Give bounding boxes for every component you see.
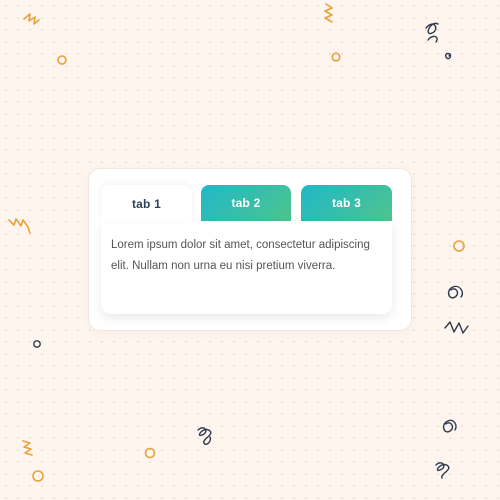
confetti-coil (197, 427, 212, 445)
tab-content-text: Lorem ipsum dolor sit amet, consectetur … (111, 239, 370, 272)
tab-1-label: tab 1 (131, 196, 161, 211)
confetti-squiggle (444, 321, 469, 334)
confetti-squiggle (23, 13, 40, 25)
tab-2[interactable]: tab 2 (201, 185, 291, 221)
confetti-ring (32, 470, 44, 482)
confetti-coil (425, 22, 439, 43)
confetti-ring (144, 447, 156, 459)
confetti-ring (453, 240, 465, 252)
confetti-spiral (444, 52, 452, 60)
tab-content-panel: Lorem ipsum dolor sit amet, consectetur … (101, 221, 392, 314)
tab-3-label: tab 3 (331, 196, 361, 210)
confetti-coil (435, 462, 450, 479)
confetti-squiggle (324, 3, 333, 23)
tabs-widget: tab 1 tab 2 tab 3 Lorem ipsum dolor sit … (101, 185, 392, 314)
tab-3[interactable]: tab 3 (301, 185, 392, 221)
confetti-ring (57, 55, 67, 65)
confetti-ring (331, 52, 341, 62)
confetti-spiral (442, 419, 457, 433)
tab-2-label: tab 2 (231, 196, 261, 210)
confetti-squiggle (22, 440, 33, 456)
confetti-ring (33, 340, 41, 348)
confetti-squiggle (8, 218, 31, 234)
tab-1[interactable]: tab 1 (101, 185, 192, 222)
confetti-spiral (447, 285, 464, 299)
tabs-card: tab 1 tab 2 tab 3 Lorem ipsum dolor sit … (88, 168, 412, 331)
